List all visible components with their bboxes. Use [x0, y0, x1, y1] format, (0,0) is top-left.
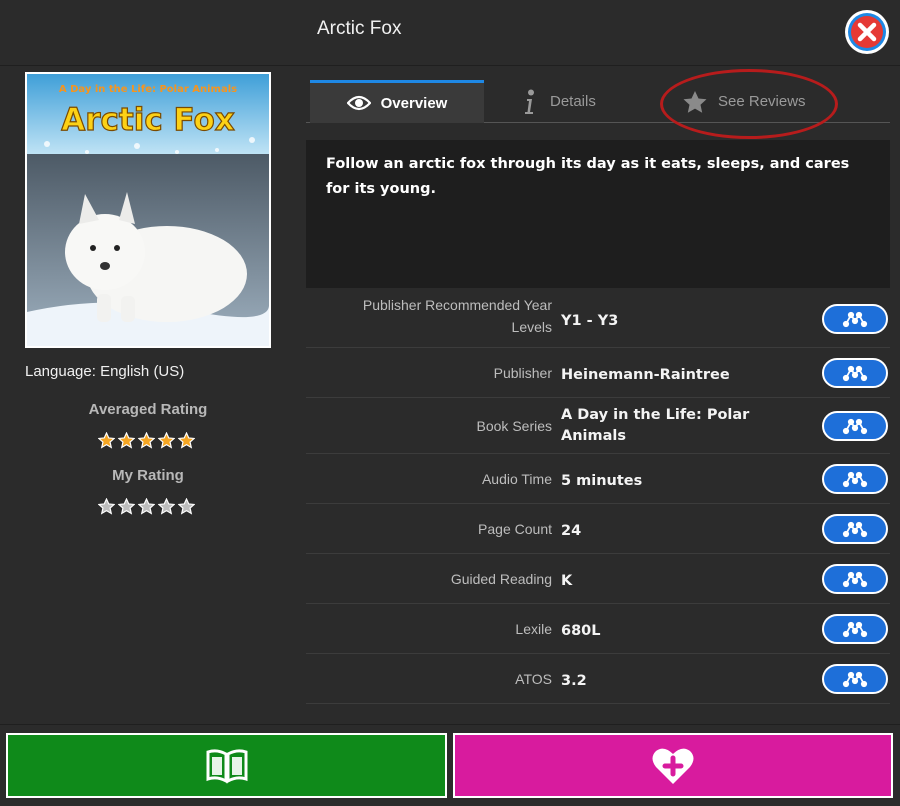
related-books-button[interactable]	[822, 564, 888, 594]
tab-details[interactable]: Details	[524, 80, 596, 123]
averaged-rating-star	[97, 431, 116, 453]
eye-icon	[346, 95, 371, 111]
detail-value: A Day in the Life: Polar Animals	[561, 407, 750, 444]
detail-row: ATOS 3.2	[306, 654, 890, 704]
related-network-icon	[842, 471, 868, 488]
my-rating-star[interactable]	[137, 497, 156, 519]
averaged-rating-star	[157, 431, 176, 453]
cover-title: Arctic Fox	[61, 102, 234, 138]
related-books-button[interactable]	[822, 664, 888, 694]
related-network-icon	[842, 521, 868, 538]
detail-label: Publisher	[493, 365, 552, 381]
detail-row: Lexile 680L	[306, 604, 890, 654]
detail-row: Page Count 24	[306, 504, 890, 554]
tab-overview-label: Overview	[380, 94, 448, 112]
detail-label: Publisher Recommended Year Levels	[362, 297, 552, 335]
heart-plus-icon	[652, 748, 694, 784]
my-rating-star[interactable]	[117, 497, 136, 519]
details-table: Publisher Recommended Year Levels Y1 - Y3…	[306, 290, 890, 704]
my-rating-stars[interactable]	[97, 497, 196, 519]
averaged-rating-star	[137, 431, 156, 453]
averaged-rating-star	[177, 431, 196, 453]
related-books-button[interactable]	[822, 411, 888, 441]
related-network-icon	[842, 671, 868, 688]
related-network-icon	[842, 418, 868, 435]
related-books-button[interactable]	[822, 514, 888, 544]
reviews-highlight-annotation	[660, 69, 838, 139]
my-rating-label: My Rating	[112, 467, 184, 484]
detail-label: Audio Time	[481, 471, 552, 487]
detail-label: Guided Reading	[450, 571, 552, 587]
tab-overview[interactable]: Overview	[310, 80, 484, 123]
related-network-icon	[842, 621, 868, 638]
info-icon	[525, 89, 534, 114]
averaged-rating-star	[117, 431, 136, 453]
action-bar	[0, 724, 900, 806]
cover-series: A Day in the Life: Polar Animals	[59, 84, 237, 95]
related-network-icon	[842, 311, 868, 328]
language-label: Language: English (US)	[25, 363, 185, 380]
detail-label: Lexile	[515, 621, 552, 637]
detail-value: 680L	[561, 622, 601, 639]
detail-label: Book Series	[476, 418, 552, 434]
related-books-button[interactable]	[822, 304, 888, 334]
related-books-button[interactable]	[822, 464, 888, 494]
detail-value: Heinemann-Raintree	[561, 366, 730, 383]
related-network-icon	[842, 365, 868, 382]
detail-value: 5 minutes	[561, 472, 643, 489]
detail-label: ATOS	[515, 671, 552, 687]
detail-value: Y1 - Y3	[561, 312, 619, 329]
detail-row: Audio Time 5 minutes	[306, 454, 890, 504]
detail-row: Book Series A Day in the Life: Polar Anim…	[306, 398, 890, 454]
book-description: Follow an arctic fox through its day as …	[306, 140, 890, 288]
related-network-icon	[842, 571, 868, 588]
my-rating-star[interactable]	[157, 497, 176, 519]
book-cover: A Day in the Life: Polar Animals Arctic …	[25, 72, 271, 348]
read-book-button[interactable]	[6, 733, 447, 798]
my-rating-star[interactable]	[97, 497, 116, 519]
detail-value: K	[561, 572, 573, 589]
detail-value: 24	[561, 522, 582, 539]
averaged-rating-label: Averaged Rating	[88, 401, 208, 418]
detail-row: Publisher Recommended Year Levels Y1 - Y3	[306, 290, 890, 348]
averaged-rating-stars	[97, 431, 196, 453]
related-books-button[interactable]	[822, 358, 888, 388]
related-books-button[interactable]	[822, 614, 888, 644]
open-book-icon	[206, 748, 247, 784]
my-rating-star[interactable]	[177, 497, 196, 519]
add-favorite-button[interactable]	[453, 733, 893, 798]
close-icon[interactable]	[843, 8, 891, 56]
detail-value: 3.2	[561, 672, 587, 689]
tab-details-label: Details	[550, 93, 596, 110]
modal-header: Arctic Fox	[0, 0, 900, 66]
detail-row: Publisher Heinemann-Raintree	[306, 348, 890, 398]
book-title: Arctic Fox	[317, 18, 402, 39]
detail-row: Guided Reading K	[306, 554, 890, 604]
detail-label: Page Count	[478, 521, 552, 537]
